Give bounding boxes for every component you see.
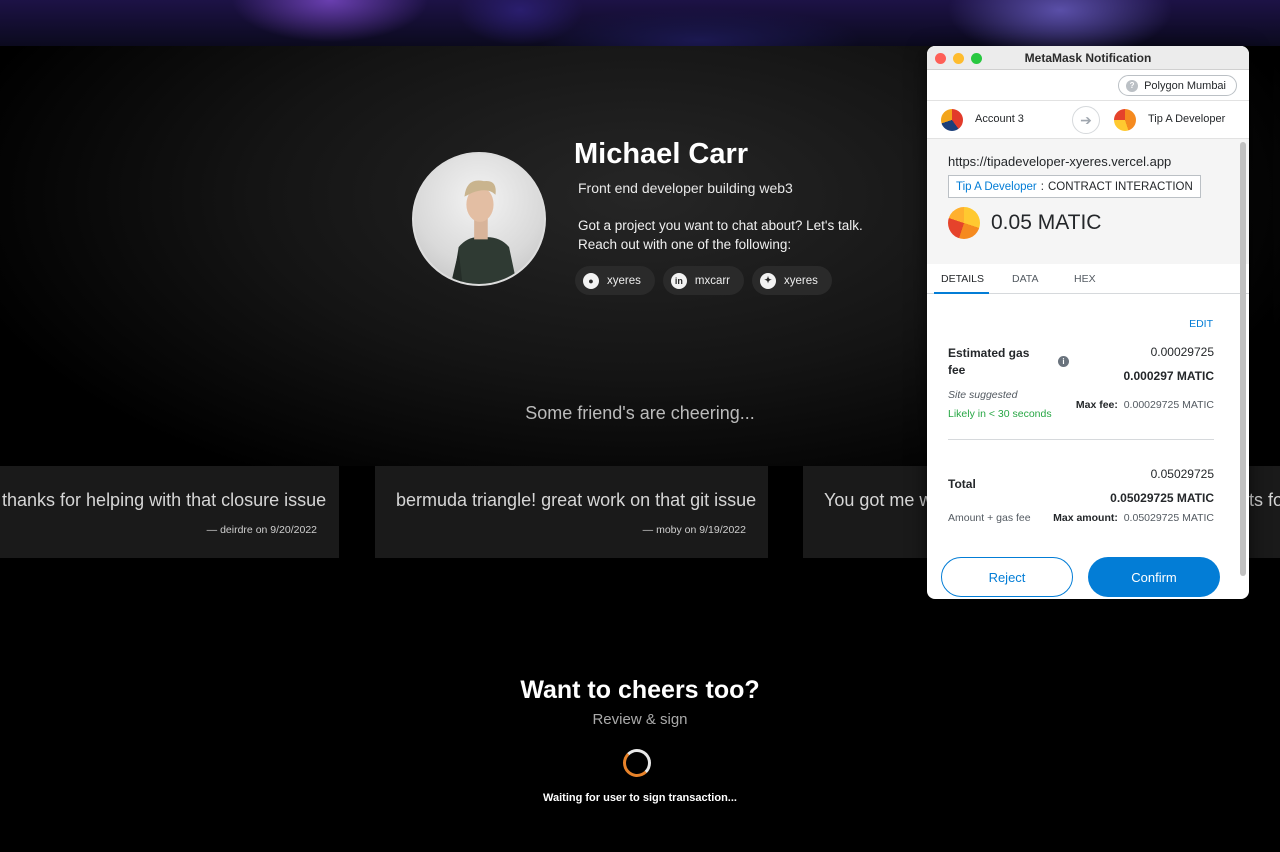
- cheer-card: bermuda triangle! great work on that git…: [375, 466, 768, 558]
- scrollbar[interactable]: [1240, 142, 1246, 576]
- tab-details[interactable]: DETAILS: [941, 273, 984, 285]
- question-icon: ?: [1126, 79, 1139, 92]
- tab-hex[interactable]: HEX: [1074, 273, 1096, 285]
- social-label: xyeres: [607, 274, 641, 287]
- gas-fee-value-matic: 0.000297 MATIC: [1123, 369, 1215, 383]
- reject-button[interactable]: Reject: [941, 557, 1073, 597]
- tab-data[interactable]: DATA: [1012, 273, 1038, 285]
- details-panel: EDIT Estimated gas fee i 0.00029725 0.00…: [927, 294, 1249, 599]
- contract-type: CONTRACT INTERACTION: [1047, 180, 1193, 193]
- cheer-card: thanks for helping with that closure iss…: [0, 466, 339, 558]
- site-suggested-label: Site suggested: [948, 389, 1018, 401]
- cheer-message: bermuda triangle! great work on that git…: [396, 490, 757, 510]
- edit-gas-button[interactable]: EDIT: [1189, 318, 1213, 330]
- profile-pitch: Got a project you want to chat about? Le…: [578, 216, 863, 254]
- network-row: ? Polygon Mumbai: [927, 70, 1249, 101]
- contract-avatar-icon: [1114, 109, 1136, 131]
- social-link-github[interactable]: ● xyeres: [575, 266, 655, 295]
- social-label: mxcarr: [694, 274, 731, 287]
- gas-fee-label: Estimated gas fee: [948, 345, 1029, 379]
- transaction-amount: 0.05 MATIC: [991, 211, 1102, 234]
- cheer-byline: — moby on 9/19/2022: [642, 524, 746, 536]
- maximize-window-button[interactable]: [971, 53, 982, 64]
- waiting-status: Waiting for user to sign transaction...: [543, 792, 737, 804]
- gas-fee-value: 0.00029725: [1150, 345, 1214, 359]
- account-transfer-row: Account 3 ➔ Tip A Developer: [927, 101, 1249, 139]
- matic-token-icon: [948, 207, 980, 239]
- cheer-message: thanks for helping with that closure iss…: [2, 490, 327, 510]
- loading-spinner-icon: [623, 749, 651, 777]
- twitter-icon: ✦: [760, 272, 777, 289]
- max-amount-value: 0.05029725 MATIC: [1123, 512, 1214, 524]
- cheer-message-overflow: ts fo: [1249, 490, 1280, 510]
- total-value-matic: 0.05029725 MATIC: [1110, 491, 1214, 505]
- max-amount: Max amount: 0.05029725 MATIC: [1053, 512, 1214, 524]
- contract-link[interactable]: Tip A Developer: [956, 181, 1037, 193]
- avatar: [412, 152, 546, 286]
- max-fee-label: Max fee:: [1075, 399, 1118, 411]
- linkedin-icon: in: [670, 272, 687, 289]
- network-selector[interactable]: ? Polygon Mumbai: [1118, 75, 1237, 96]
- social-links: ● xyeres in mxcarr ✦ xyeres: [575, 266, 832, 295]
- metamask-window: MetaMask Notification ? Polygon Mumbai A…: [927, 46, 1249, 599]
- social-link-linkedin[interactable]: in mxcarr: [662, 266, 745, 295]
- pitch-line: Got a project you want to chat about? Le…: [578, 218, 863, 233]
- site-origin: https://tipadeveloper-xyeres.vercel.app: [948, 154, 1172, 169]
- to-account[interactable]: Tip A Developer: [1148, 113, 1225, 125]
- max-fee-value: 0.00029725 MATIC: [1123, 399, 1214, 411]
- cta-subtitle: Review & sign: [592, 711, 688, 728]
- gas-speed-estimate: Likely in < 30 seconds: [948, 408, 1052, 420]
- contract-interaction-pill: Tip A Developer : CONTRACT INTERACTION: [948, 175, 1201, 198]
- pitch-line: Reach out with one of the following:: [578, 237, 792, 252]
- cta-title: Want to cheers too?: [520, 676, 760, 704]
- window-titlebar[interactable]: MetaMask Notification: [927, 46, 1249, 70]
- total-value: 0.05029725: [1150, 467, 1214, 481]
- max-amount-label: Max amount:: [1053, 512, 1118, 524]
- close-window-button[interactable]: [935, 53, 946, 64]
- social-label: xyeres: [784, 274, 818, 287]
- window-title: MetaMask Notification: [1024, 50, 1152, 65]
- header-banner: [0, 0, 1280, 46]
- gas-fee-label-line: fee: [948, 363, 966, 377]
- profile-tagline: Front end developer building web3: [578, 180, 793, 196]
- avatar-photo: [450, 180, 517, 284]
- cheer-byline: — deirdre on 9/20/2022: [206, 524, 317, 536]
- max-fee: Max fee: 0.00029725 MATIC: [1076, 399, 1214, 411]
- account-avatar-icon: [941, 109, 963, 131]
- profile-name: Michael Carr: [574, 138, 749, 170]
- info-icon[interactable]: i: [1058, 356, 1069, 367]
- github-icon: ●: [583, 272, 599, 289]
- amount-gas-label: Amount + gas fee: [948, 512, 1031, 524]
- cheer-message: You got me w: [824, 490, 933, 510]
- from-account[interactable]: Account 3: [975, 113, 1024, 125]
- gas-fee-label-line: Estimated gas: [948, 346, 1030, 360]
- section-divider: [948, 439, 1214, 440]
- detail-tabs: DETAILS DATA HEX: [927, 264, 1249, 294]
- arrow-right-icon: ➔: [1072, 106, 1100, 134]
- confirm-button[interactable]: Confirm: [1088, 557, 1220, 597]
- total-label: Total: [948, 477, 976, 491]
- transaction-summary: https://tipadeveloper-xyeres.vercel.app …: [927, 139, 1249, 264]
- contract-separator: :: [1040, 180, 1044, 193]
- social-link-twitter[interactable]: ✦ xyeres: [752, 266, 832, 295]
- minimize-window-button[interactable]: [953, 53, 964, 64]
- network-name: Polygon Mumbai: [1144, 79, 1226, 92]
